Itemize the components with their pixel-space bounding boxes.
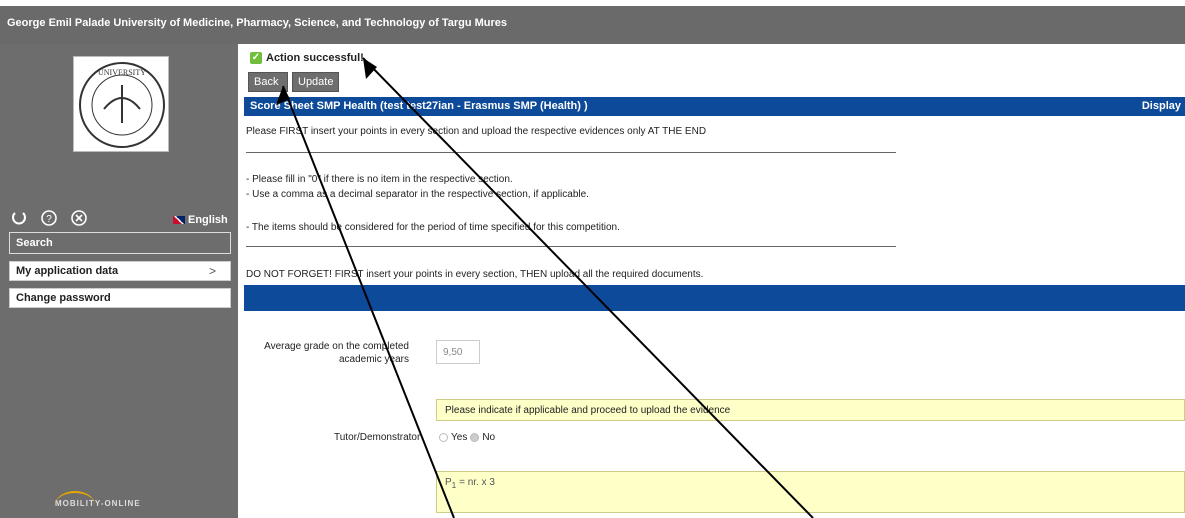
- close-icon[interactable]: [70, 209, 88, 227]
- success-message: ✓ Action successful!: [250, 52, 364, 64]
- university-logo: UNIVERSITY: [73, 56, 169, 152]
- no-label: No: [482, 432, 496, 443]
- language-selector[interactable]: English: [173, 214, 228, 226]
- divider: [246, 152, 896, 153]
- average-grade-input[interactable]: 9,50: [436, 340, 480, 364]
- section-header: Score Sheet SMP Health (test test27ian -…: [244, 97, 1185, 116]
- instruction-dont-forget: DO NOT FORGET! FIRST insert your points …: [246, 269, 704, 280]
- svg-text:UNIVERSITY: UNIVERSITY: [98, 68, 146, 77]
- sidebar-item-change-password[interactable]: Change password: [9, 288, 231, 308]
- formula-box: P1 = nr. x 3: [436, 471, 1185, 513]
- mobility-online-logo: MOBILITY-ONLINE: [55, 491, 175, 508]
- check-icon: ✓: [250, 52, 262, 64]
- chevron-right-icon: >: [208, 264, 216, 278]
- instruction-first: Please FIRST insert your points in every…: [246, 126, 707, 137]
- evidence-note: Please indicate if applicable and procee…: [436, 399, 1185, 421]
- tutor-radio-group: Yes No: [439, 432, 495, 443]
- sidebar-tools: ?: [10, 209, 88, 227]
- formula-text: = nr. x 3: [456, 477, 495, 488]
- no-radio[interactable]: [470, 433, 480, 442]
- svg-text:?: ?: [46, 214, 52, 225]
- instruction-period: - The items should be considered for the…: [246, 222, 620, 233]
- help-icon[interactable]: ?: [40, 209, 58, 227]
- refresh-icon[interactable]: [10, 209, 28, 227]
- display-link[interactable]: Display: [1142, 100, 1181, 112]
- sidebar-item-search[interactable]: Search: [9, 232, 231, 254]
- yes-label: Yes: [451, 432, 468, 443]
- formula-prefix: P: [445, 477, 452, 488]
- language-label: English: [188, 214, 228, 226]
- section-title: Score Sheet SMP Health (test test27ian -…: [250, 100, 588, 112]
- page-title: George Emil Palade University of Medicin…: [7, 17, 508, 29]
- uk-flag-icon: [173, 216, 185, 225]
- divider: [246, 246, 896, 247]
- brand-swoosh-icon: [55, 491, 95, 518]
- average-grade-label: Average grade on the completed academic …: [264, 341, 409, 365]
- yes-radio[interactable]: [439, 433, 448, 442]
- page-root: George Emil Palade University of Medicin…: [0, 0, 1185, 518]
- instruction-fill-zero: - Please fill in "0" if there is no item…: [246, 174, 513, 185]
- update-button[interactable]: Update: [292, 72, 339, 92]
- tutor-demonstrator-label: Tutor/Demonstrator: [334, 432, 421, 443]
- sidebar: UNIVERSITY ? English Search My applicati…: [0, 44, 238, 518]
- main-content: ✓ Action successful! Back Update Score Sh…: [244, 44, 1185, 518]
- sidebar-item-label: My application data: [16, 265, 119, 277]
- section-band: [244, 285, 1185, 311]
- status-text: Action successful!: [266, 52, 364, 64]
- instruction-decimal: - Use a comma as a decimal separator in …: [246, 189, 589, 200]
- sidebar-item-my-application-data[interactable]: My application data >: [9, 261, 231, 281]
- university-seal-icon: UNIVERSITY: [79, 62, 165, 148]
- back-button[interactable]: Back: [248, 72, 288, 92]
